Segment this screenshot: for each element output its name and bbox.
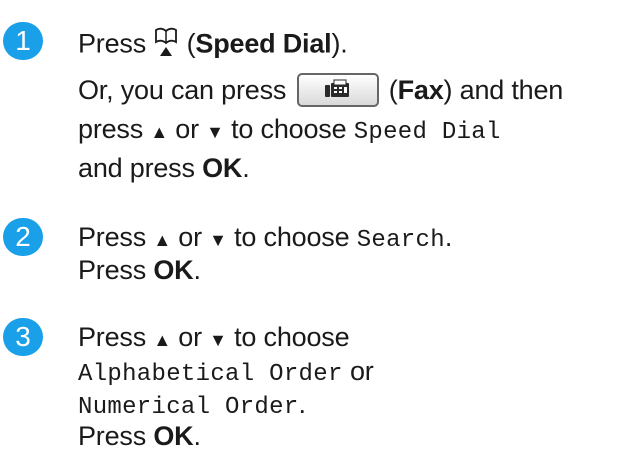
step-number-badge: 1 bbox=[3, 22, 43, 60]
step-1-line-1: Press (Speed Dial). bbox=[78, 25, 348, 66]
step-number-badge: 3 bbox=[3, 318, 43, 356]
step-2-line-1: Press ▲ or ▼ to choose Search. bbox=[78, 222, 453, 254]
step-1-line-3: press ▲ or ▼ to choose Speed Dial bbox=[78, 114, 501, 146]
fax-button[interactable] bbox=[296, 72, 379, 107]
up-arrow-icon: ▲ bbox=[150, 122, 168, 142]
up-arrow-icon: ▲ bbox=[153, 230, 171, 250]
step-3-line-2: Alphabetical Order or bbox=[78, 356, 374, 388]
up-arrow-icon: ▲ bbox=[153, 330, 171, 350]
down-arrow-icon: ▼ bbox=[206, 122, 224, 142]
step-number-badge: 2 bbox=[3, 218, 43, 256]
step-1-line-4: and press OK. bbox=[78, 153, 250, 183]
step-3-line-3: Numerical Order. bbox=[78, 389, 306, 421]
step-2-line-2: Press OK. bbox=[78, 255, 201, 285]
speed-dial-book-icon bbox=[153, 25, 179, 66]
down-arrow-icon: ▼ bbox=[209, 230, 227, 250]
fax-machine-icon bbox=[324, 79, 349, 97]
step-1-line-2: Or, you can press (Fax) and then bbox=[78, 72, 563, 109]
step-3-line-4: Press OK. bbox=[78, 421, 201, 451]
down-arrow-icon: ▼ bbox=[209, 330, 227, 350]
step-3-line-1: Press ▲ or ▼ to choose bbox=[78, 322, 350, 352]
